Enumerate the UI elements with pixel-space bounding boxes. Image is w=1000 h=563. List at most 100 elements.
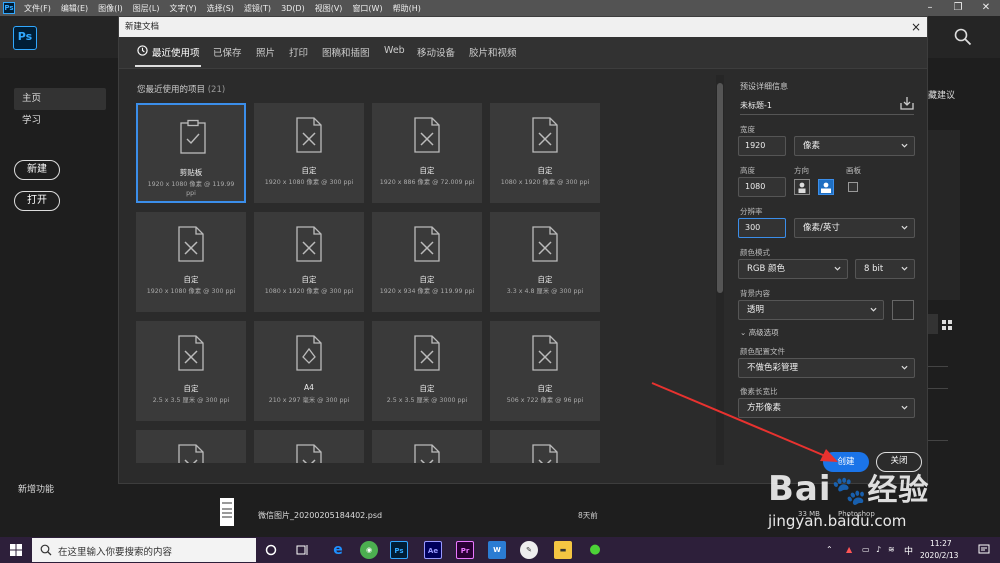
search-icon[interactable] [954,28,972,46]
width-unit-select[interactable]: 像素 [794,136,915,156]
resolution-unit-select[interactable]: 像素/英寸 [794,218,915,238]
preset-card[interactable]: 自定 1080 x 1920 像素 @ 300 ppi [254,212,364,312]
cortana-icon[interactable] [265,544,277,556]
preset-card[interactable] [136,430,246,463]
maximize-icon[interactable]: ❐ [944,0,972,16]
tray-wifi-icon[interactable]: ≋ [888,545,895,554]
color-mode-select[interactable]: RGB 颜色 [738,259,848,279]
menu-layer[interactable]: 图层(L) [128,3,165,14]
menu-view[interactable]: 视图(V) [310,3,348,14]
tab-saved[interactable]: 已保存 [213,45,242,59]
preset-name: 自定 [537,166,553,175]
close-window-icon[interactable]: ✕ [972,0,1000,16]
preset-card[interactable]: 自定 506 x 722 像素 @ 96 ppi [490,321,600,421]
preset-card[interactable]: A4 210 x 297 毫米 @ 300 ppi [254,321,364,421]
preset-grid: 剪贴板 1920 x 1080 像素 @ 119.99 ppi 自定 1920 x 1… [136,103,601,463]
bit-depth-select[interactable]: 8 bit [855,259,915,279]
close-button[interactable]: 关闭 [876,452,922,472]
browser-360-icon[interactable]: ◉ [360,541,378,559]
menu-file[interactable]: 文件(F) [19,3,56,14]
name-underline [740,114,914,115]
tray-people-icon[interactable]: ⌃ [826,545,833,554]
clock-date[interactable]: 2020/2/13 [920,551,958,560]
tab-web[interactable]: Web [384,45,405,56]
list-view-toggle[interactable] [928,314,938,334]
ime-indicator[interactable]: 中 [904,544,913,557]
preset-card[interactable]: 自定 1920 x 886 像素 @ 72.009 ppi [372,103,482,203]
new-button[interactable]: 新建 [14,160,60,180]
landscape-button[interactable] [818,179,834,195]
advanced-options-toggle[interactable]: ⌄ 高级选项 [740,327,779,338]
portrait-button[interactable] [794,179,810,195]
tray-network-icon[interactable]: ▭ [862,545,870,554]
windows-start-icon[interactable] [10,544,22,556]
menu-edit[interactable]: 编辑(E) [56,3,93,14]
file-modified: 8天前 [578,511,598,520]
preset-card[interactable]: 自定 2.5 x 3.5 厘米 @ 3000 ppi [372,321,482,421]
edge-icon[interactable]: e [329,541,347,559]
preset-card[interactable]: 剪贴板 1920 x 1080 像素 @ 119.99 ppi [136,103,246,203]
preset-card[interactable]: 自定 2.5 x 3.5 厘米 @ 300 ppi [136,321,246,421]
preset-card[interactable] [254,430,364,463]
width-input[interactable]: 1920 [738,136,786,156]
custom-doc-icon [532,335,558,371]
chevron-down-icon [901,143,908,148]
open-button[interactable]: 打开 [14,191,60,211]
premiere-icon[interactable]: Pr [456,541,474,559]
resolution-input[interactable]: 300 [738,218,786,238]
tab-film-video[interactable]: 胶片和视频 [469,45,517,59]
tab-print[interactable]: 打印 [289,45,308,59]
preset-card[interactable]: 自定 1080 x 1920 像素 @ 300 ppi [490,103,600,203]
pixel-ratio-select[interactable]: 方形像素 [738,398,915,418]
chevron-down-icon [901,266,908,271]
save-preset-icon[interactable] [900,96,914,110]
tray-sound-icon[interactable]: ♪ [876,545,881,554]
background-select[interactable]: 透明 [738,300,884,320]
chevron-down-icon [901,225,908,230]
menu-3d[interactable]: 3D(D) [276,4,310,13]
menu-filter[interactable]: 滤镜(T) [239,3,276,14]
preset-card[interactable] [490,430,600,463]
grid-view-icon[interactable] [942,320,952,330]
whats-new-link[interactable]: 新增功能 [18,482,54,495]
menu-window[interactable]: 窗口(W) [347,3,387,14]
background-color-swatch[interactable] [892,300,914,320]
height-label: 高度 [740,166,755,175]
nav-home[interactable]: 主页 [14,88,106,110]
preset-card[interactable]: 自定 1920 x 1080 像素 @ 300 ppi [254,103,364,203]
preset-card[interactable]: 自定 1920 x 1080 像素 @ 300 ppi [136,212,246,312]
scrollbar-thumb[interactable] [717,83,723,293]
file-explorer-icon[interactable]: ▬ [554,541,572,559]
menu-type[interactable]: 文字(Y) [164,3,201,14]
nav-learn[interactable]: 学习 [14,110,106,132]
photoshop-taskbar-icon[interactable]: Ps [390,541,408,559]
height-input[interactable]: 1080 [738,177,786,197]
notification-icon[interactable] [978,544,990,556]
color-profile-select[interactable]: 不做色彩管理 [738,358,915,378]
doc-name-field[interactable]: 未标题-1 [740,100,772,111]
menu-select[interactable]: 选择(S) [202,3,239,14]
search-placeholder: 在这里输入你要搜索的内容 [58,547,173,558]
tab-photo[interactable]: 照片 [256,45,275,59]
word-icon[interactable]: W [488,541,506,559]
menu-help[interactable]: 帮助(H) [388,3,426,14]
grid-scrollbar[interactable] [716,75,724,465]
wechat-icon[interactable]: ● [586,541,604,559]
tab-mobile[interactable]: 移动设备 [417,45,455,59]
home-sidebar: 主页 学习 新建 打开 新增功能 [0,58,118,540]
tray-icon[interactable]: ▲ [846,545,852,554]
app-icon[interactable]: ✎ [520,541,538,559]
preset-card[interactable]: 自定 1920 x 934 像素 @ 119.99 ppi [372,212,482,312]
after-effects-icon[interactable]: Ae [424,541,442,559]
preset-card[interactable] [372,430,482,463]
dialog-close-icon[interactable]: × [909,17,923,37]
preset-card[interactable]: 自定 3.3 x 4.8 厘米 @ 300 ppi [490,212,600,312]
menu-image[interactable]: 图像(I) [93,3,128,14]
tab-art-illustration[interactable]: 图稿和插图 [322,45,370,59]
tab-recent[interactable]: 最近使用项 [152,45,200,59]
task-view-icon[interactable] [296,544,309,556]
artboard-checkbox[interactable] [848,182,858,192]
minimize-icon[interactable]: – [916,0,944,16]
clock-time[interactable]: 11:27 [930,539,952,548]
taskbar-search[interactable]: 在这里输入你要搜索的内容 [32,538,256,562]
